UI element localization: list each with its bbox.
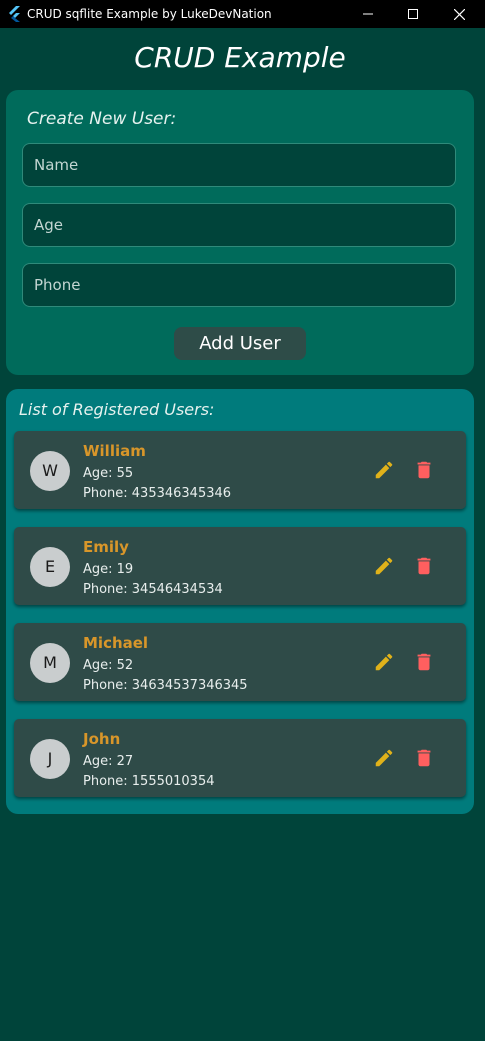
edit-icon bbox=[375, 653, 393, 671]
user-age: Age: 52 bbox=[83, 658, 134, 673]
delete-button[interactable] bbox=[412, 554, 436, 578]
user-name: Michael bbox=[83, 634, 149, 652]
edit-icon bbox=[375, 557, 393, 575]
delete-button[interactable] bbox=[412, 746, 436, 770]
user-card: M Michael Age: 52 Phone: 34634537346345 bbox=[14, 623, 466, 701]
close-button[interactable] bbox=[436, 0, 482, 28]
user-phone: Phone: 34634537346345 bbox=[83, 678, 248, 693]
phone-field[interactable] bbox=[22, 263, 456, 307]
age-field[interactable] bbox=[22, 203, 456, 247]
user-card: E Emily Age: 19 Phone: 34546434534 bbox=[14, 527, 466, 605]
flutter-logo-icon bbox=[9, 6, 20, 22]
page-title: CRUD Example bbox=[134, 41, 346, 74]
age-input[interactable] bbox=[23, 204, 455, 246]
user-phone: Phone: 435346345346 bbox=[83, 486, 232, 501]
delete-icon bbox=[417, 749, 431, 767]
avatar: E bbox=[30, 547, 70, 587]
user-card: J John Age: 27 Phone: 1555010354 bbox=[14, 719, 466, 797]
user-age: Age: 27 bbox=[83, 754, 134, 769]
maximize-icon bbox=[408, 9, 418, 19]
phone-input[interactable] bbox=[23, 264, 455, 306]
create-user-card: Create New User: Add User bbox=[6, 90, 474, 375]
create-user-heading: Create New User: bbox=[27, 109, 177, 129]
window-title: CRUD sqflite Example by LukeDevNation bbox=[27, 7, 272, 21]
minimize-button[interactable] bbox=[345, 0, 391, 28]
minimize-icon bbox=[363, 13, 373, 15]
user-phone: Phone: 34546434534 bbox=[83, 582, 223, 597]
user-card: W William Age: 55 Phone: 435346345346 bbox=[14, 431, 466, 509]
delete-button[interactable] bbox=[412, 650, 436, 674]
close-icon bbox=[453, 8, 465, 20]
name-field[interactable] bbox=[22, 143, 456, 187]
edit-button[interactable] bbox=[372, 458, 396, 482]
user-name: William bbox=[83, 442, 146, 460]
user-name: John bbox=[83, 730, 121, 748]
edit-button[interactable] bbox=[372, 554, 396, 578]
avatar: W bbox=[30, 451, 70, 491]
user-name: Emily bbox=[83, 538, 129, 556]
user-phone: Phone: 1555010354 bbox=[83, 774, 215, 789]
delete-icon bbox=[417, 461, 431, 479]
window-titlebar: CRUD sqflite Example by LukeDevNation bbox=[0, 0, 485, 28]
user-age: Age: 55 bbox=[83, 466, 134, 481]
delete-button[interactable] bbox=[412, 458, 436, 482]
edit-icon bbox=[375, 749, 393, 767]
edit-button[interactable] bbox=[372, 746, 396, 770]
user-age: Age: 19 bbox=[83, 562, 134, 577]
registered-users-heading: List of Registered Users: bbox=[19, 400, 215, 419]
avatar: M bbox=[30, 643, 70, 683]
name-input[interactable] bbox=[23, 144, 455, 186]
edit-button[interactable] bbox=[372, 650, 396, 674]
registered-users-card: List of Registered Users: W William Age:… bbox=[6, 389, 474, 814]
maximize-button[interactable] bbox=[390, 0, 436, 28]
add-user-button[interactable]: Add User bbox=[174, 327, 306, 360]
delete-icon bbox=[417, 653, 431, 671]
edit-icon bbox=[375, 461, 393, 479]
avatar: J bbox=[30, 739, 70, 779]
delete-icon bbox=[417, 557, 431, 575]
